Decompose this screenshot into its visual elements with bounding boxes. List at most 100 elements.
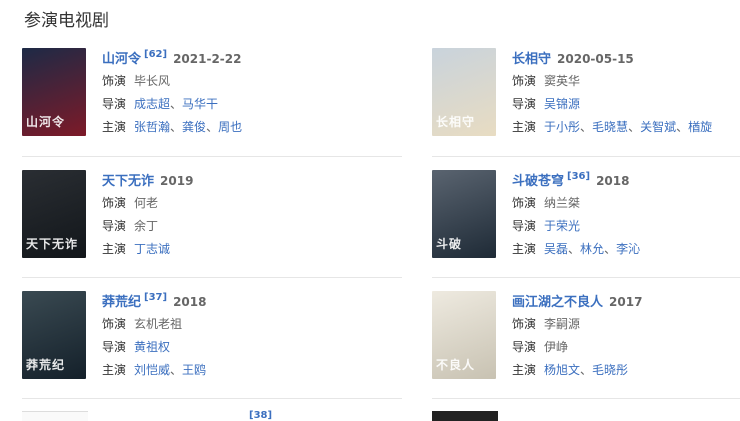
citation-link[interactable]: [62] xyxy=(144,49,167,60)
name-separator: 、 xyxy=(170,120,183,134)
stars-label: 主演 xyxy=(102,363,127,377)
name-separator: 、 xyxy=(580,120,593,134)
divider-row-3-right xyxy=(432,398,740,399)
citation-link[interactable]: [36] xyxy=(567,171,590,182)
stars-row: 主演 张哲瀚、龚俊、周也 xyxy=(102,116,342,139)
star-link[interactable]: 吴磊 xyxy=(544,242,568,256)
role-row: 饰演 玄机老祖 xyxy=(102,313,342,336)
drama-info: 斗破苍穹 [36] 2018 饰演 纳兰桀 导演 于荣光 主演 吴磊、林允、李沁 xyxy=(512,170,740,261)
drama-card: 长相守 长相守 2020-05-15 饰演 窦英华 导演 吴锦源 主演 于小彤、毛晓慧、关智斌、… xyxy=(432,48,740,148)
poster-caption: 斗破 xyxy=(436,237,463,251)
poster-image[interactable]: 山河令 xyxy=(22,48,86,136)
star-link[interactable]: 王鸥 xyxy=(182,363,206,377)
director-label: 导演 xyxy=(512,340,537,354)
star-link[interactable]: 龚俊 xyxy=(182,120,206,134)
poster-caption: 不良人 xyxy=(436,358,476,372)
poster-caption: 山河令 xyxy=(26,115,66,129)
poster-image[interactable]: 长相守 xyxy=(432,48,496,136)
star-link[interactable]: 丁志诚 xyxy=(134,242,170,256)
drama-year: 2021-2-22 xyxy=(173,52,242,66)
role-name: 窦英华 xyxy=(544,74,581,88)
role-label: 饰演 xyxy=(102,74,127,88)
drama-card: 天下无诈 天下无诈 2019 饰演 何老 导演 余丁 主演 丁志诚 xyxy=(22,170,342,270)
star-link[interactable]: 杨旭文 xyxy=(544,363,580,377)
role-label: 饰演 xyxy=(102,317,127,331)
star-link[interactable]: 李沁 xyxy=(616,242,640,256)
drama-info: 天下无诈 2019 饰演 何老 导演 余丁 主演 丁志诚 xyxy=(102,170,342,261)
stars-label: 主演 xyxy=(512,242,537,256)
poster-image[interactable]: 莽荒纪 xyxy=(22,291,86,379)
director-row: 导演 黄祖权 xyxy=(102,336,342,359)
title-line: 莽荒纪 [37] 2018 xyxy=(102,291,342,313)
star-link[interactable]: 毛晓彤 xyxy=(592,363,628,377)
star-link[interactable]: 毛晓慧 xyxy=(592,120,628,134)
role-label: 饰演 xyxy=(512,317,537,331)
drama-title-link[interactable]: 莽荒纪 xyxy=(102,291,141,310)
name-separator: 、 xyxy=(170,363,183,377)
director-link[interactable]: 成志超 xyxy=(134,97,170,111)
title-line: 山河令 [62] 2021-2-22 xyxy=(102,48,342,70)
drama-card: 不良人 画江湖之不良人 2017 饰演 李嗣源 导演 伊峥 主演 杨旭文、毛晓彤 xyxy=(432,291,740,391)
partial-poster-right xyxy=(432,411,498,421)
poster-caption: 天下无诈 xyxy=(26,237,79,251)
role-label: 饰演 xyxy=(512,74,537,88)
director-link[interactable]: 于荣光 xyxy=(544,219,580,233)
drama-info: 山河令 [62] 2021-2-22 饰演 毕长风 导演 成志超、马华干 主演 张哲瀚、龚俊、周… xyxy=(102,48,342,139)
star-link[interactable]: 张哲瀚 xyxy=(134,120,170,134)
drama-title-link[interactable]: 山河令 xyxy=(102,48,141,67)
director-link[interactable]: 余丁 xyxy=(134,219,158,233)
name-separator: 、 xyxy=(170,97,183,111)
title-line: 天下无诈 2019 xyxy=(102,170,342,192)
role-name: 李嗣源 xyxy=(544,317,581,331)
stars-label: 主演 xyxy=(512,120,537,134)
poster-image[interactable]: 天下无诈 xyxy=(22,170,86,258)
drama-title-link[interactable]: 天下无诈 xyxy=(102,170,154,189)
drama-info: 画江湖之不良人 2017 饰演 李嗣源 导演 伊峥 主演 杨旭文、毛晓彤 xyxy=(512,291,740,382)
role-row: 饰演 窦英华 xyxy=(512,70,740,93)
drama-year: 2017 xyxy=(609,295,643,309)
poster-image[interactable]: 斗破 xyxy=(432,170,496,258)
drama-info: 莽荒纪 [37] 2018 饰演 玄机老祖 导演 黄祖权 主演 刘恺威、王鸥 xyxy=(102,291,342,382)
role-label: 饰演 xyxy=(102,196,127,210)
director-row: 导演 余丁 xyxy=(102,215,342,238)
star-link[interactable]: 刘恺威 xyxy=(134,363,170,377)
stars-label: 主演 xyxy=(102,242,127,256)
title-line: 斗破苍穹 [36] 2018 xyxy=(512,170,740,192)
director-label: 导演 xyxy=(102,340,127,354)
title-line: 画江湖之不良人 2017 xyxy=(512,291,740,313)
name-separator: 、 xyxy=(676,120,689,134)
name-separator: 、 xyxy=(628,120,641,134)
drama-title-link[interactable]: 长相守 xyxy=(512,48,551,67)
director-label: 导演 xyxy=(102,219,127,233)
stars-row: 主演 刘恺威、王鸥 xyxy=(102,359,342,382)
role-name: 毕长风 xyxy=(134,74,171,88)
star-link[interactable]: 林允 xyxy=(580,242,604,256)
title-line: 长相守 2020-05-15 xyxy=(512,48,740,70)
poster-image[interactable]: 不良人 xyxy=(432,291,496,379)
director-link[interactable]: 吴锦源 xyxy=(544,97,580,111)
role-name: 纳兰桀 xyxy=(544,196,581,210)
citation-link[interactable]: [37] xyxy=(144,292,167,303)
director-link[interactable]: 马华干 xyxy=(182,97,218,111)
drama-year: 2020-05-15 xyxy=(557,52,634,66)
poster-caption: 长相守 xyxy=(436,115,476,129)
director-link[interactable]: 黄祖权 xyxy=(134,340,170,354)
star-link[interactable]: 于小彤 xyxy=(544,120,580,134)
role-name: 玄机老祖 xyxy=(134,317,183,331)
drama-card: 斗破 斗破苍穹 [36] 2018 饰演 纳兰桀 导演 于荣光 主演 吴磊、林允、李沁 xyxy=(432,170,740,270)
drama-card: 莽荒纪 莽荒纪 [37] 2018 饰演 玄机老祖 导演 黄祖权 主演 刘恺威、王鸥 xyxy=(22,291,342,391)
star-link[interactable]: 关智斌 xyxy=(640,120,676,134)
director-label: 导演 xyxy=(512,97,537,111)
drama-card: 山河令 山河令 [62] 2021-2-22 饰演 毕长风 导演 成志超、马华干 主演 张哲瀚、龚… xyxy=(22,48,342,148)
drama-info: 长相守 2020-05-15 饰演 窦英华 导演 吴锦源 主演 于小彤、毛晓慧、关智斌、楢旋 xyxy=(512,48,740,139)
star-link[interactable]: 周也 xyxy=(218,120,242,134)
role-name: 何老 xyxy=(134,196,159,210)
drama-title-link[interactable]: 斗破苍穹 xyxy=(512,170,564,189)
star-link[interactable]: 楢旋 xyxy=(688,120,712,134)
tv-drama-grid: 山河令 山河令 [62] 2021-2-22 饰演 毕长风 导演 成志超、马华干 主演 张哲瀚、龚… xyxy=(0,0,740,416)
name-separator: 、 xyxy=(568,242,581,256)
stars-row: 主演 于小彤、毛晓慧、关智斌、楢旋 xyxy=(512,116,740,139)
director-row: 导演 吴锦源 xyxy=(512,93,740,116)
director-link[interactable]: 伊峥 xyxy=(544,340,568,354)
drama-title-link[interactable]: 画江湖之不良人 xyxy=(512,291,603,310)
